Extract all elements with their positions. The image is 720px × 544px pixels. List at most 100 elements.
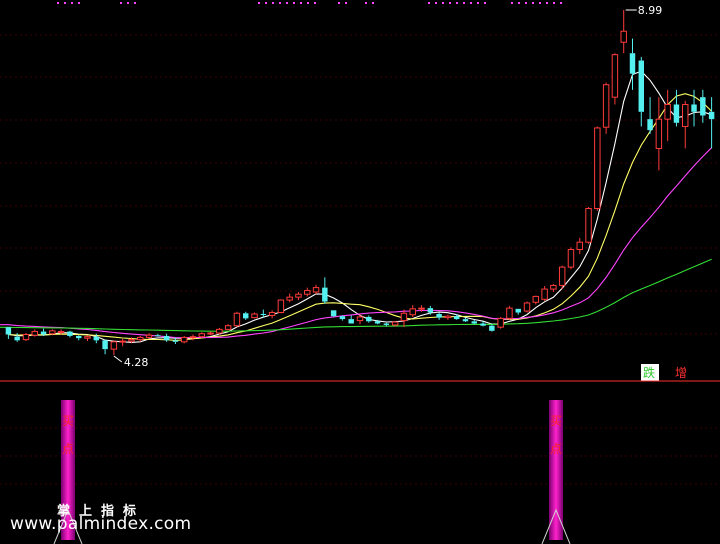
header-dot bbox=[127, 2, 129, 4]
candle bbox=[585, 207, 592, 244]
header-dot bbox=[553, 2, 555, 4]
candle bbox=[295, 292, 302, 301]
header-dot bbox=[272, 2, 274, 4]
candle bbox=[532, 295, 540, 305]
grid-lines bbox=[0, 34, 720, 485]
header-dot bbox=[435, 2, 437, 4]
candle bbox=[330, 310, 337, 317]
header-dot bbox=[265, 2, 267, 4]
candle bbox=[348, 315, 354, 324]
candle bbox=[567, 247, 575, 270]
candle bbox=[638, 56, 645, 127]
header-dot bbox=[525, 2, 527, 4]
header-dot bbox=[428, 2, 430, 4]
header-dot bbox=[307, 2, 309, 4]
candle bbox=[356, 313, 364, 325]
candle bbox=[558, 265, 566, 290]
signal-bar: 买点 bbox=[541, 400, 571, 544]
stock-chart: 8.99 4.28 跌 增 买点买点 bbox=[0, 2, 720, 544]
header-dot bbox=[463, 2, 465, 4]
candle bbox=[682, 100, 689, 149]
candle bbox=[400, 309, 408, 328]
candle bbox=[67, 330, 73, 338]
low-price-label: 4.28 bbox=[124, 356, 149, 369]
candle bbox=[366, 315, 372, 323]
candle bbox=[541, 286, 548, 301]
candle bbox=[224, 324, 232, 331]
candle bbox=[180, 335, 188, 344]
header-dot bbox=[442, 2, 444, 4]
candle bbox=[322, 277, 328, 304]
site-watermark: www.palmindex.com bbox=[10, 514, 192, 534]
candle bbox=[22, 333, 30, 342]
header-dot bbox=[120, 2, 122, 4]
candle bbox=[216, 327, 223, 335]
header-dot bbox=[78, 2, 80, 4]
legend-label-up: 增 bbox=[675, 366, 687, 380]
header-dot bbox=[71, 2, 73, 4]
header-dot bbox=[546, 2, 548, 4]
price-labels: 8.99 4.28 bbox=[113, 4, 662, 369]
candle bbox=[84, 335, 91, 342]
candle bbox=[119, 338, 126, 347]
header-dot bbox=[300, 2, 302, 4]
legend-label-down: 跌 bbox=[643, 365, 655, 380]
header-dot bbox=[449, 2, 451, 4]
candle bbox=[523, 301, 531, 313]
header-dot bbox=[345, 2, 347, 4]
candle bbox=[444, 314, 452, 320]
header-dot bbox=[64, 2, 66, 4]
candle bbox=[75, 335, 82, 341]
candle bbox=[409, 305, 416, 317]
candle bbox=[251, 312, 258, 319]
header-dot bbox=[293, 2, 295, 4]
candle bbox=[304, 287, 311, 297]
candle bbox=[207, 331, 214, 336]
header-dot bbox=[484, 2, 486, 4]
candle bbox=[5, 327, 12, 339]
ma-line-60 bbox=[0, 258, 712, 332]
candle bbox=[611, 53, 619, 105]
candle bbox=[506, 305, 513, 320]
candle bbox=[243, 311, 249, 320]
candle bbox=[602, 82, 610, 134]
signal-label-char: 买 bbox=[550, 414, 562, 428]
candle bbox=[647, 97, 653, 134]
header-dot bbox=[258, 2, 260, 4]
header-dot bbox=[511, 2, 513, 4]
candle bbox=[664, 89, 671, 142]
ma-line-20 bbox=[0, 147, 712, 339]
header-dot bbox=[57, 2, 59, 4]
header-dot bbox=[470, 2, 472, 4]
header-dot bbox=[314, 2, 316, 4]
candle bbox=[277, 299, 285, 314]
candle bbox=[268, 310, 276, 319]
header-dot bbox=[134, 2, 136, 4]
candle bbox=[312, 284, 320, 295]
candle bbox=[576, 237, 583, 254]
header-dots bbox=[57, 2, 562, 4]
header-dot bbox=[532, 2, 534, 4]
candle bbox=[620, 10, 627, 54]
candle bbox=[339, 315, 346, 321]
candle bbox=[700, 89, 706, 123]
signal-label-char: 点 bbox=[62, 442, 74, 456]
header-dot bbox=[286, 2, 288, 4]
low-marker bbox=[113, 355, 123, 363]
candle bbox=[655, 97, 663, 171]
candle bbox=[594, 126, 601, 211]
signal-label-char: 点 bbox=[550, 442, 562, 456]
candle bbox=[233, 311, 241, 328]
candle bbox=[629, 38, 636, 90]
candle bbox=[489, 324, 495, 332]
candlesticks bbox=[5, 10, 715, 355]
candle bbox=[110, 340, 118, 355]
candle bbox=[471, 319, 477, 325]
candle bbox=[286, 293, 293, 303]
header-dot bbox=[279, 2, 281, 4]
header-dot bbox=[372, 2, 374, 4]
header-dot bbox=[365, 2, 367, 4]
candle bbox=[31, 329, 38, 337]
candle bbox=[436, 312, 442, 320]
header-dot bbox=[456, 2, 458, 4]
